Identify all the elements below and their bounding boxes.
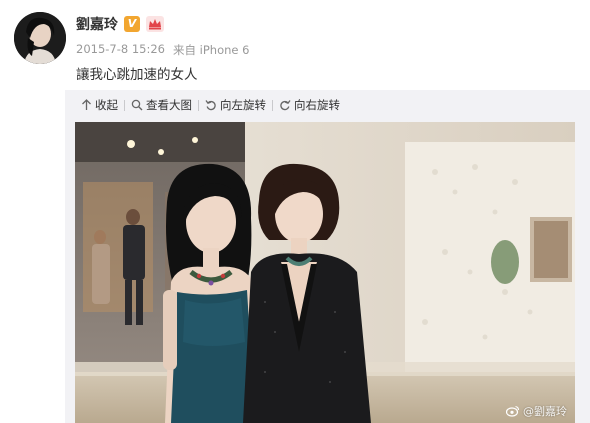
rotate-right-label: 向右旋转 xyxy=(294,98,340,112)
post-meta: 2015-7-8 15:26 来自 iPhone 6 xyxy=(76,42,249,58)
collapse-icon xyxy=(81,99,92,111)
weibo-logo-icon xyxy=(506,405,520,417)
verified-badge-icon: V xyxy=(124,16,140,32)
rotate-left-icon xyxy=(205,99,217,111)
watermark-text: @劉嘉玲 xyxy=(523,405,567,418)
post-text: 讓我心跳加速的女人 xyxy=(76,67,198,83)
view-large-label: 查看大图 xyxy=(146,98,192,112)
media-toolbar: 收起 查看大图 向左旋转 向右旋转 xyxy=(65,90,590,120)
member-crown-icon[interactable] xyxy=(146,16,164,32)
post-header: 劉嘉玲 V 2015-7-8 15:26 来自 iPhone 6 讓我心跳加速的… xyxy=(0,0,590,92)
collapse-button[interactable]: 收起 xyxy=(75,90,124,120)
zoom-icon xyxy=(131,99,143,111)
collapse-label: 收起 xyxy=(95,98,118,112)
rotate-right-icon xyxy=(279,99,291,111)
rotate-left-label: 向左旋转 xyxy=(220,98,266,112)
photo-illustration xyxy=(75,122,575,423)
photo-watermark: @劉嘉玲 xyxy=(506,403,567,419)
media-expanded-box: 收起 查看大图 向左旋转 向右旋转 @劉嘉玲 xyxy=(65,90,590,423)
source-device[interactable]: iPhone 6 xyxy=(200,43,250,57)
view-large-button[interactable]: 查看大图 xyxy=(125,90,198,120)
rotate-right-button[interactable]: 向右旋转 xyxy=(273,90,346,120)
rotate-left-button[interactable]: 向左旋转 xyxy=(199,90,272,120)
author-name[interactable]: 劉嘉玲 xyxy=(76,14,118,34)
source-prefix: 来自 xyxy=(173,43,196,57)
post-timestamp[interactable]: 2015-7-8 15:26 xyxy=(76,42,165,58)
avatar[interactable] xyxy=(14,12,66,64)
post-photo[interactable]: @劉嘉玲 xyxy=(75,122,575,423)
